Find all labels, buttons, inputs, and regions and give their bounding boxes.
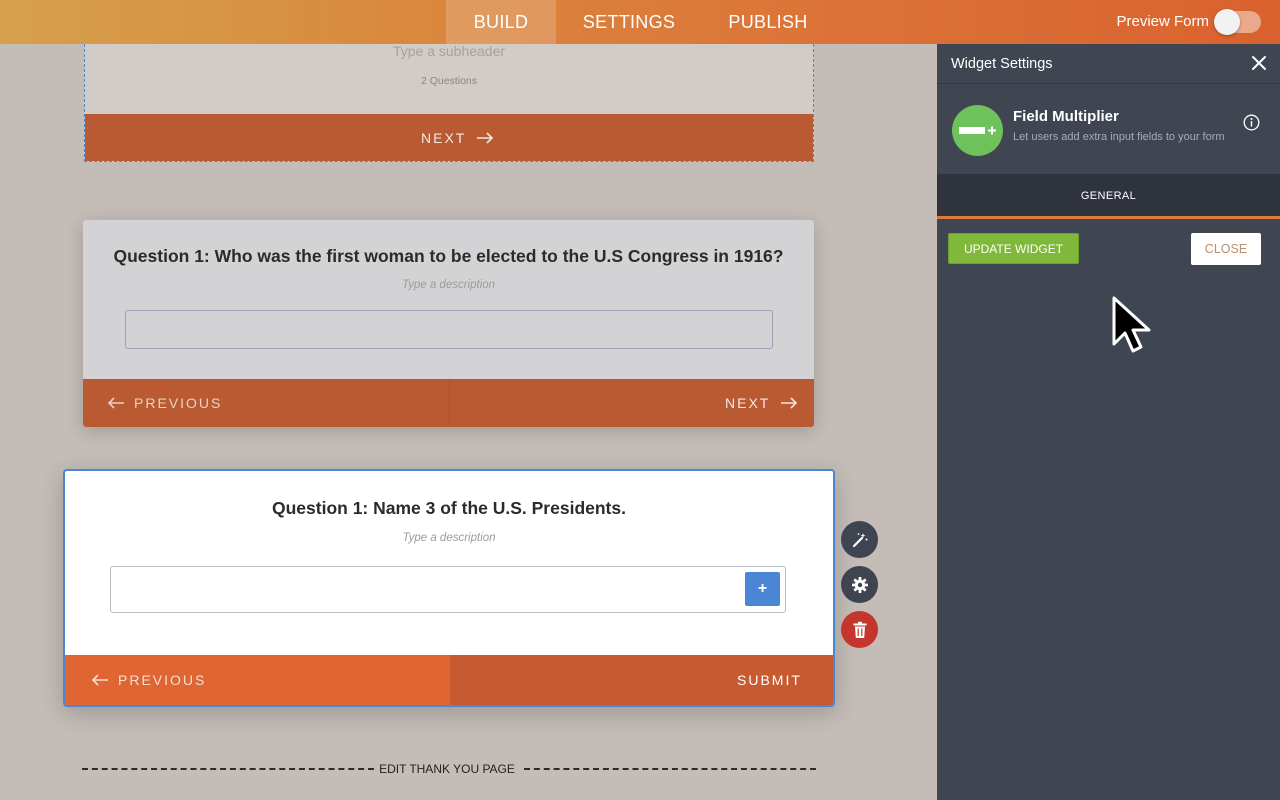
toggle-knob	[1214, 9, 1240, 35]
preview-form-toggle[interactable]	[1214, 9, 1261, 35]
tab-settings[interactable]: SETTINGS	[566, 0, 692, 44]
form-canvas: Type a subheader 2 Questions NEXT Questi…	[0, 44, 937, 800]
question-title: Question 1: Who was the first woman to b…	[113, 246, 784, 266]
dashed-divider-left	[82, 768, 374, 770]
description-placeholder[interactable]: Type a description	[83, 279, 814, 291]
previous-label: PREVIOUS	[134, 395, 223, 411]
form-card-intro[interactable]: Type a subheader 2 Questions NEXT	[84, 44, 814, 162]
arrow-right-icon	[477, 132, 494, 144]
previous-button[interactable]: PREVIOUS	[107, 379, 222, 427]
arrow-right-icon	[781, 397, 798, 409]
tab-build[interactable]: BUILD	[446, 0, 556, 44]
tab-general[interactable]: GENERAL	[937, 174, 1280, 216]
question-count: 2 Questions	[420, 75, 478, 87]
previous-button[interactable]: PREVIOUS	[65, 655, 450, 705]
multiplier-input[interactable]: +	[110, 566, 786, 613]
tab-publish[interactable]: PUBLISH	[712, 0, 824, 44]
close-button[interactable]: CLOSE	[1191, 233, 1261, 265]
arrow-left-icon	[107, 397, 124, 409]
card-footer: PREVIOUS SUBMIT	[65, 655, 833, 705]
card-footer: PREVIOUS NEXT	[83, 379, 814, 427]
arrow-left-icon	[91, 674, 108, 686]
subheader-placeholder[interactable]: Type a subheader	[85, 44, 813, 59]
field-multiplier-icon	[952, 105, 1003, 156]
panel-tabs: GENERAL	[937, 174, 1280, 216]
mouse-cursor-icon	[1112, 296, 1151, 353]
next-label: NEXT	[725, 395, 771, 411]
update-widget-button[interactable]: UPDATE WIDGET	[948, 233, 1079, 264]
dashed-divider-right	[524, 768, 816, 770]
submit-label: SUBMIT	[737, 672, 802, 688]
info-icon[interactable]	[1243, 114, 1260, 131]
description-placeholder[interactable]: Type a description	[65, 532, 833, 544]
submit-button[interactable]: SUBMIT	[450, 655, 833, 705]
next-button[interactable]: NEXT	[421, 114, 494, 162]
form-card-question-1[interactable]: Question 1: Who was the first woman to b…	[83, 220, 814, 427]
widget-name: Field Multiplier	[1013, 108, 1119, 125]
settings-tool-button[interactable]	[841, 566, 878, 603]
gear-icon	[851, 576, 868, 593]
question-title: Question 1: Name 3 of the U.S. President…	[272, 498, 626, 518]
answer-input[interactable]	[125, 310, 773, 349]
wand-tool-button[interactable]	[841, 521, 878, 558]
panel-title: Widget Settings	[951, 56, 1053, 72]
close-icon[interactable]	[1250, 54, 1268, 72]
previous-label: PREVIOUS	[118, 672, 207, 688]
active-tab-indicator	[937, 216, 1280, 219]
add-field-button[interactable]: +	[745, 572, 780, 606]
widget-description: Let users add extra input fields to your…	[1013, 131, 1225, 143]
trash-icon	[853, 621, 866, 638]
wand-icon	[852, 532, 867, 547]
edit-thank-you-link[interactable]: EDIT THANK YOU PAGE	[372, 762, 522, 776]
next-button[interactable]: NEXT	[725, 379, 798, 427]
form-card-question-2[interactable]: Question 1: Name 3 of the U.S. President…	[63, 469, 835, 707]
widget-settings-panel: Widget Settings Field Multiplier Let use…	[937, 44, 1280, 800]
preview-form-label: Preview Form	[1116, 13, 1209, 30]
top-bar: BUILD SETTINGS PUBLISH Preview Form	[0, 0, 1280, 44]
panel-header: Widget Settings	[937, 44, 1280, 84]
delete-tool-button[interactable]	[841, 611, 878, 648]
next-label: NEXT	[421, 130, 467, 146]
next-bar: NEXT	[85, 114, 813, 161]
footer-divider	[449, 379, 450, 427]
